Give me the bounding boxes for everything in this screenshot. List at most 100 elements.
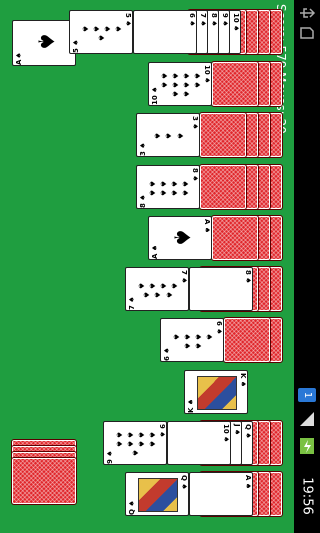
spade-icon: ♠ [169, 281, 179, 290]
spade-icon: ♠ [175, 132, 185, 140]
court-card-art [138, 478, 178, 512]
card-rank-label: 5 ♠ [124, 13, 132, 27]
card-rank-label: 8 ♠ [139, 194, 147, 208]
top-card[interactable]: K ♠ K ♠ [184, 370, 248, 414]
spade-icon: ♠ [192, 72, 202, 80]
face-down-card [199, 112, 247, 158]
spade-icon: ♠ [152, 290, 162, 299]
spade-icon: ♠ [91, 24, 101, 33]
signal-icon [300, 412, 314, 426]
card-rank-label: Q ♠ [180, 475, 188, 490]
card-rank-label: K ♠ [239, 373, 247, 388]
tableau-column[interactable]: 8 ♠ 7 ♠ 7 ♠ ♠ ♠ ♠ ♠ ♠ ♠ ♠ [0, 266, 290, 312]
spade-icon: ♠ [170, 90, 180, 98]
card-rank-label: 8 ♠ [244, 270, 252, 284]
top-card[interactable]: 5 ♠ 5 ♠ ♠ ♠ ♠ ♠ ♠ [69, 10, 133, 54]
usb-icon [300, 8, 316, 18]
clock-text: 19:56 [299, 477, 315, 515]
spade-icon: ♠ [136, 440, 146, 448]
face-up-card[interactable]: A ♠ [189, 472, 253, 516]
card-pips: ♠ ♠ ♠ ♠ ♠ [80, 17, 123, 49]
tableau-column[interactable]: A ♠ Q ♠ Q ♠ [0, 471, 290, 517]
tableau-column[interactable]: 10 ♠ 9 ♠ 8 ♠ 7 ♠ 6 ♠ 5 ♠ 5 ♠ ♠ ♠ ♠ ♠ ♠ [0, 9, 290, 55]
spade-icon: ♠ [80, 24, 90, 33]
card-rank-label: 6 ♠ [188, 13, 196, 27]
tableau-column[interactable]: A ♠ A ♠ ♠ [0, 215, 290, 261]
card-pips: ♠ ♠ ♠ ♠ ♠ ♠ ♠ ♠ ♠ ♠ [159, 69, 202, 101]
card-rank-label: 9 ♠ [221, 13, 229, 27]
tableau-column[interactable]: 10 ♠ 10 ♠ ♠ ♠ ♠ ♠ ♠ ♠ ♠ ♠ ♠ ♠ [0, 61, 290, 107]
card-rank-label: 7 ♠ [128, 296, 136, 310]
court-card-art [197, 376, 237, 410]
card-rank-label: 10 ♠ [151, 86, 159, 105]
card-pips: ♠ ♠ ♠ ♠ ♠ ♠ ♠ [136, 274, 179, 306]
spade-icon: ♠ [147, 179, 157, 188]
top-card[interactable]: A ♠ A ♠ ♠ [148, 216, 212, 260]
spade-icon: ♠ [102, 24, 112, 33]
spade-icon: ♠ [192, 81, 202, 89]
tableau-column[interactable]: K ♠ K ♠ [0, 370, 290, 414]
face-up-card[interactable]: 10 ♠ [167, 421, 231, 465]
spade-icon: ♠ [193, 332, 203, 341]
face-up-card[interactable]: 8 ♠ [189, 267, 253, 311]
spade-icon: ♠ [182, 332, 192, 341]
tableau-column[interactable]: 8 ♠ 8 ♠ ♠ ♠ ♠ ♠ ♠ ♠ ♠ ♠ [0, 164, 290, 210]
card-rank-label: 3 ♠ [191, 116, 199, 130]
top-card[interactable]: 10 ♠ 10 ♠ ♠ ♠ ♠ ♠ ♠ ♠ ♠ ♠ ♠ ♠ [148, 62, 212, 106]
spade-icon: ♠ [114, 440, 124, 448]
spade-icon: ♠ [180, 179, 190, 188]
card-rank-label: J ♠ [233, 424, 241, 436]
spade-icon: ♠ [113, 24, 123, 33]
tableau-column[interactable]: 3 ♠ 3 ♠ ♠ ♠ ♠ [0, 112, 290, 158]
tableau-column[interactable]: 6 ♠ 6 ♠ ♠ ♠ ♠ ♠ ♠ ♠ [0, 317, 290, 363]
card-pips: ♠ ♠ ♠ ♠ ♠ ♠ ♠ ♠ [147, 172, 190, 204]
spade-icon: ♠ [163, 132, 173, 140]
spade-icon: ♠ [136, 431, 146, 439]
spade-icon: ♠ [171, 332, 181, 341]
top-card[interactable]: 9 ♠ 9 ♠ ♠ ♠ ♠ ♠ ♠ ♠ ♠ ♠ ♠ [103, 421, 167, 465]
spade-icon: ♠ [96, 33, 106, 42]
spade-icon: ♠ [181, 72, 191, 80]
spade-icon: ♠ [169, 188, 179, 197]
spade-icon: ♠ [125, 431, 135, 439]
spade-icon: ♠ [130, 449, 140, 457]
spade-icon: ♠ [147, 431, 157, 439]
face-down-card [211, 215, 259, 261]
spade-icon: ♠ [152, 132, 162, 140]
card-rank-label: 10 ♠ [232, 13, 240, 32]
card-pips: ♠ ♠ ♠ ♠ ♠ ♠ ♠ ♠ ♠ [114, 428, 157, 460]
card-rank-label: A ♠ [203, 219, 211, 234]
spade-icon: ♠ [136, 281, 146, 290]
top-card[interactable]: 3 ♠ 3 ♠ ♠ ♠ ♠ [136, 113, 200, 157]
spade-icon: ♠ [114, 431, 124, 439]
app-notification-icon: 1 [298, 388, 316, 402]
face-up-card[interactable]: 6 ♠ [133, 10, 197, 54]
face-down-card [211, 61, 259, 107]
card-rank-label: 6 ♠ [163, 347, 171, 361]
top-card[interactable]: 8 ♠ 8 ♠ ♠ ♠ ♠ ♠ ♠ ♠ ♠ ♠ [136, 165, 200, 209]
spade-icon: ♠ [204, 332, 214, 341]
spade-icon: ♠ [180, 188, 190, 197]
top-card[interactable]: 7 ♠ 7 ♠ ♠ ♠ ♠ ♠ ♠ ♠ ♠ [125, 267, 189, 311]
top-card[interactable]: Q ♠ Q ♠ [125, 472, 189, 516]
tableau-column[interactable]: Q ♠ J ♠ 10 ♠ 9 ♠ 9 ♠ ♠ ♠ ♠ ♠ ♠ ♠ ♠ ♠ ♠ [0, 420, 290, 466]
card-rank-label: 6 ♠ [215, 321, 223, 335]
spade-icon: ♠ [147, 188, 157, 197]
card-rank-label: 9 ♠ [106, 450, 114, 464]
sd-card-icon [300, 27, 314, 39]
spade-icon: ♠ [147, 440, 157, 448]
spade-icon: ♠ [159, 72, 169, 80]
card-rank-label: Q ♠ [128, 500, 136, 515]
card-rank-label: A ♠ [151, 244, 159, 259]
card-rank-label: 9 ♠ [158, 424, 166, 438]
card-rank-label: 8 ♠ [210, 13, 218, 27]
card-pips: ♠ ♠ ♠ [147, 120, 189, 152]
spade-icon: ♠ [141, 290, 151, 299]
spade-icon: ♠ [158, 179, 168, 188]
spade-icon: ♠ [169, 179, 179, 188]
card-rank-label: 10 ♠ [203, 65, 211, 84]
battery-charging-icon [300, 438, 314, 454]
spade-icon: ♠ [168, 227, 194, 248]
spade-icon: ♠ [181, 81, 191, 89]
top-card[interactable]: 6 ♠ 6 ♠ ♠ ♠ ♠ ♠ ♠ ♠ [160, 318, 224, 362]
